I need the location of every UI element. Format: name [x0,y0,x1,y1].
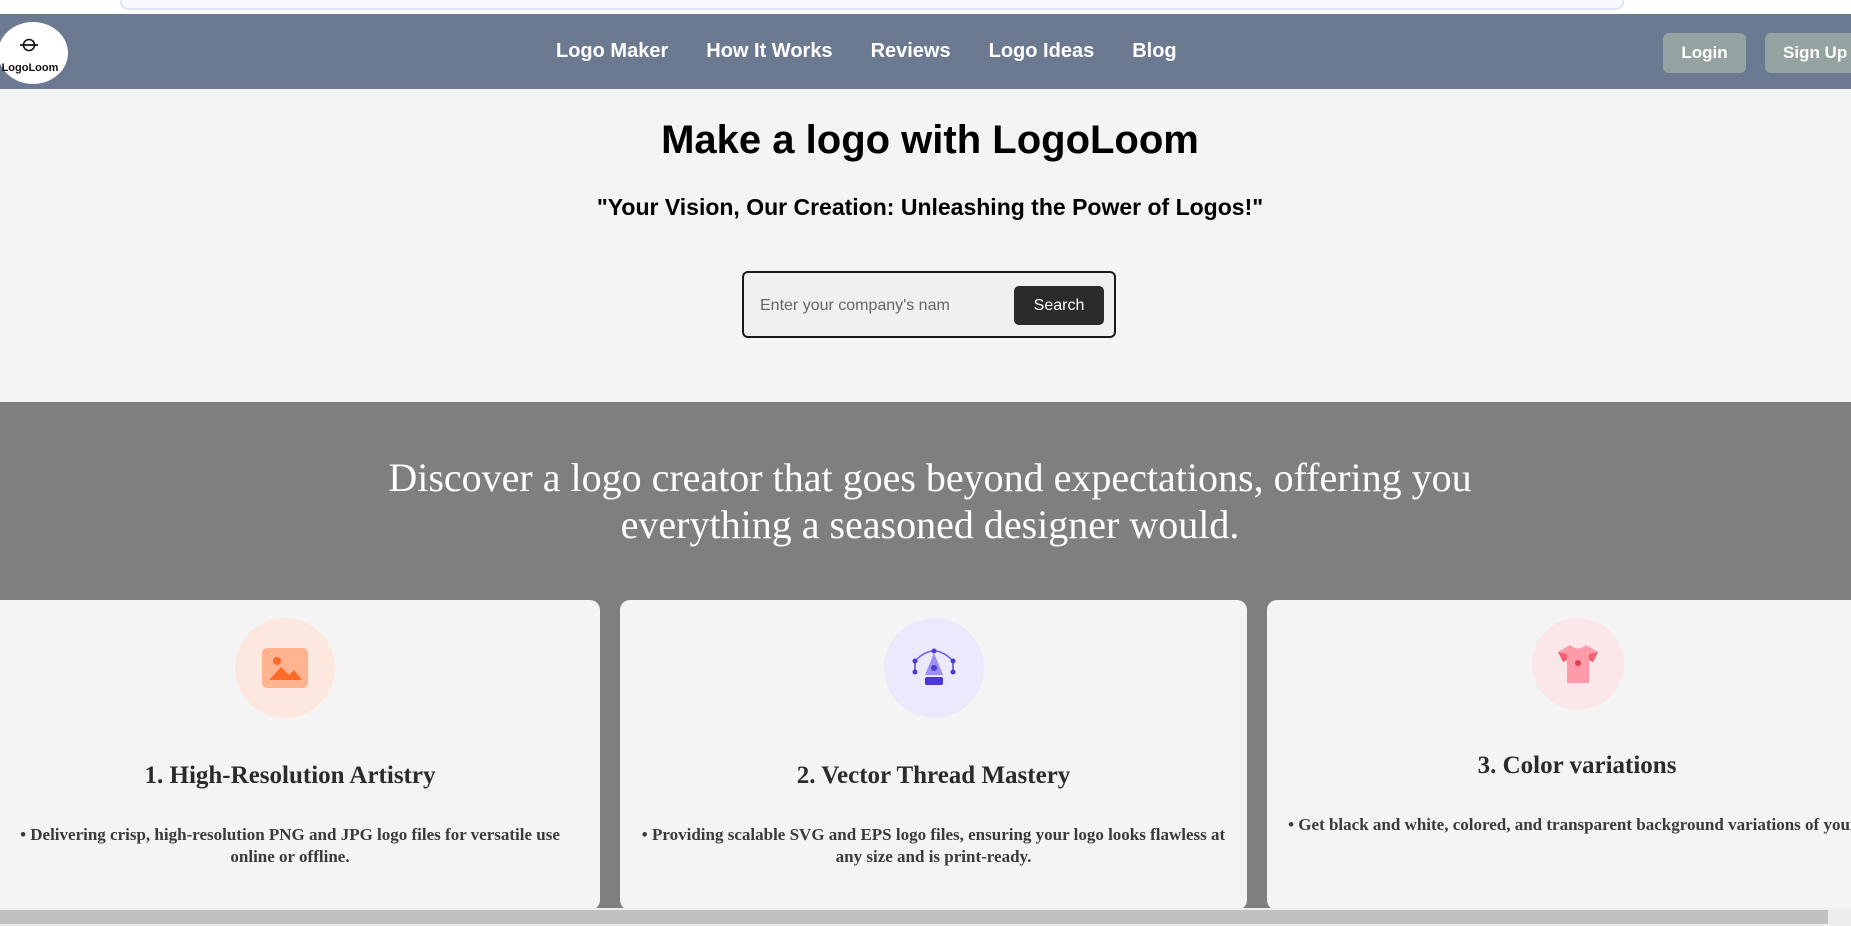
feature-card-color-variations: 3. Color variations • Get black and whit… [1267,600,1851,910]
signup-button[interactable]: Sign Up [1765,33,1851,73]
discover-text: Discover a logo creator that goes beyond… [388,455,1472,547]
hero-subtitle: "Your Vision, Our Creation: Unleashing t… [596,194,1264,220]
company-name-input[interactable] [758,289,952,323]
feature-card-high-resolution: 1. High-Resolution Artistry • Delivering… [0,600,600,910]
search-box: Search [742,271,1116,338]
nav-link-reviews[interactable]: Reviews [871,40,951,63]
navbar: LogoLoom Logo Maker How It Works Reviews… [0,14,1851,89]
logo[interactable]: LogoLoom [0,22,68,84]
feature-desc: • Providing scalable SVG and EPS logo fi… [641,825,1226,866]
feature-title: 1. High-Resolution Artistry [144,762,436,789]
scrollbar-thumb[interactable] [0,910,1828,924]
logo-mark-icon [20,38,38,52]
login-button[interactable]: Login [1663,33,1746,73]
feature-card-vector: 2. Vector Thread Mastery • Providing sca… [620,600,1247,910]
logo-text: LogoLoom [1,62,59,74]
browser-top-strip [0,0,1851,14]
feature-title: 2. Vector Thread Mastery [796,762,1071,789]
feature-icon-circle [1532,618,1624,710]
feature-icon-circle [235,618,335,718]
nav-link-how-it-works[interactable]: How It Works [706,40,832,63]
hero-title: Make a logo with LogoLoom [661,118,1199,162]
address-bar[interactable] [120,0,1624,10]
tshirt-icon [1558,645,1598,683]
nav-links: Logo Maker How It Works Reviews Logo Ide… [556,14,1215,89]
nav-link-logo-ideas[interactable]: Logo Ideas [989,40,1095,63]
feature-title: 3. Color variations [1477,752,1677,779]
image-icon [262,648,308,688]
feature-desc: • Delivering crisp, high-resolution PNG … [20,825,560,866]
nav-link-blog[interactable]: Blog [1132,40,1176,63]
pen-tool-icon [912,648,956,685]
feature-desc: • Get black and white, colored, and tran… [1288,815,1851,834]
search-button[interactable]: Search [1014,286,1104,325]
horizontal-scrollbar[interactable] [0,908,1851,926]
feature-icon-circle [884,618,984,718]
nav-link-logo-maker[interactable]: Logo Maker [556,40,668,63]
